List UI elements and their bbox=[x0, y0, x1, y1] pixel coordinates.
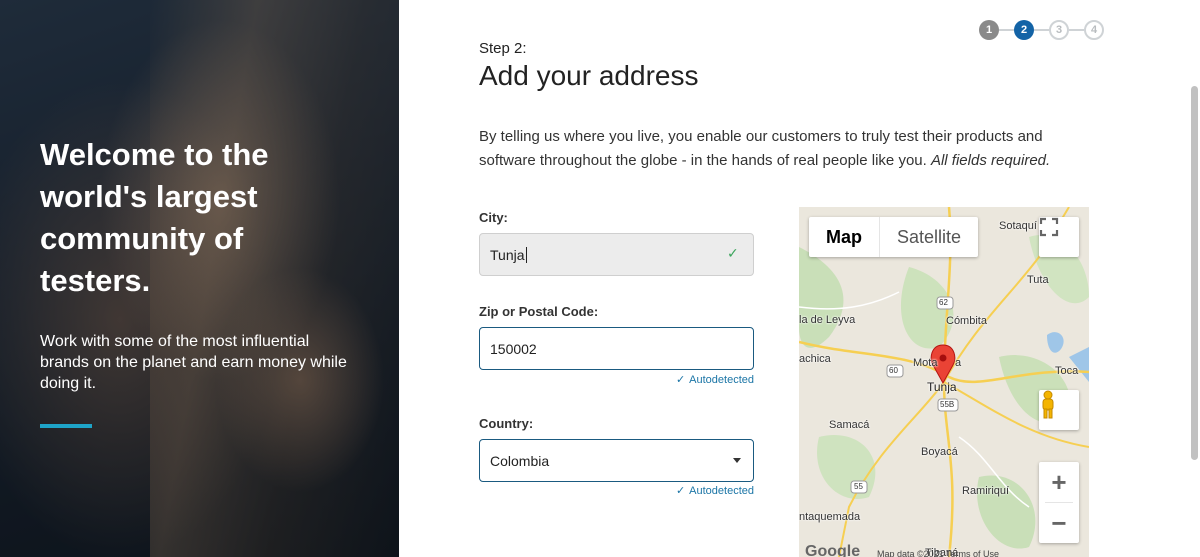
map-place-label: achica bbox=[799, 353, 831, 365]
map-place-label: Mota bbox=[913, 357, 938, 369]
step-2: 2 bbox=[1014, 20, 1034, 40]
zip-value: 150002 bbox=[490, 340, 537, 357]
hero-accent-bar bbox=[40, 424, 92, 428]
step-connector bbox=[1034, 29, 1049, 31]
route-label: 60 bbox=[889, 366, 898, 375]
map-place-label: la de Leyva bbox=[799, 314, 856, 326]
map-place-label: ntaquemada bbox=[799, 511, 861, 523]
map-type-toggle: Map Satellite bbox=[809, 217, 979, 257]
map-place-label: Ramiriquí bbox=[962, 485, 1010, 497]
zip-autodetected-note: ✓ Autodetected bbox=[676, 373, 754, 386]
check-icon: ✓ bbox=[675, 374, 686, 386]
fullscreen-icon bbox=[1039, 217, 1059, 237]
plus-icon: + bbox=[1051, 466, 1067, 497]
zip-input[interactable]: 150002 bbox=[479, 327, 754, 370]
map-place-label: a bbox=[955, 357, 962, 369]
country-select[interactable]: Colombia bbox=[479, 439, 754, 482]
scrollbar-thumb[interactable] bbox=[1191, 86, 1198, 460]
map-place-label: Sotaquí bbox=[999, 220, 1037, 232]
map-place-label: Samacá bbox=[829, 419, 870, 431]
map-place-label: Toca bbox=[1055, 365, 1079, 377]
map-type-map-button[interactable]: Map bbox=[809, 217, 880, 257]
step-label: Step 2: bbox=[479, 40, 527, 57]
route-label: 55 bbox=[854, 482, 863, 491]
map-attribution[interactable]: Map data ©2021 Terms of Use bbox=[877, 549, 999, 557]
map-place-label: Tuta bbox=[1027, 274, 1049, 286]
country-value: Colombia bbox=[490, 452, 550, 469]
zip-label: Zip or Postal Code: bbox=[479, 304, 599, 319]
required-note: All fields required. bbox=[930, 152, 1051, 169]
step-connector bbox=[999, 29, 1014, 31]
step-1: 1 bbox=[979, 20, 999, 40]
text-cursor bbox=[525, 246, 527, 263]
intro-text: By telling us where you live, you enable… bbox=[479, 125, 1099, 173]
minus-icon: − bbox=[1051, 507, 1067, 538]
page-title: Add your address bbox=[479, 60, 699, 91]
hero-panel: Welcome to the world's largest community… bbox=[0, 0, 399, 557]
chevron-down-icon bbox=[733, 458, 741, 463]
route-label: 62 bbox=[939, 298, 948, 307]
hero-title: Welcome to the world's largest community… bbox=[40, 137, 269, 298]
step-4: 4 bbox=[1084, 20, 1104, 40]
zoom-controls: + − bbox=[1039, 462, 1079, 543]
valid-check-icon: ✓ bbox=[727, 245, 739, 261]
pegman-icon bbox=[1042, 390, 1054, 419]
map-place-label: Boyacá bbox=[921, 446, 958, 458]
map-type-satellite-button[interactable]: Satellite bbox=[880, 217, 978, 257]
page-scrollbar[interactable] bbox=[1189, 0, 1200, 557]
country-autodetected-label: Autodetected bbox=[689, 485, 754, 497]
route-label: 55B bbox=[940, 400, 955, 409]
street-view-pegman-button[interactable] bbox=[1039, 390, 1079, 430]
city-label: City: bbox=[479, 210, 508, 225]
country-label: Country: bbox=[479, 416, 534, 431]
map-place-label: Cómbita bbox=[946, 315, 987, 327]
zoom-in-button[interactable]: + bbox=[1039, 462, 1079, 502]
map-widget[interactable]: Sotaquí Tuta la de Leyva Cómbita achica … bbox=[799, 207, 1089, 557]
fullscreen-button[interactable] bbox=[1039, 217, 1079, 257]
zoom-out-button[interactable]: − bbox=[1039, 503, 1079, 543]
zip-autodetected-label: Autodetected bbox=[689, 374, 754, 386]
hero-subtitle: Work with some of the most influential b… bbox=[40, 333, 347, 392]
city-input[interactable]: Tunja ✓ bbox=[479, 233, 754, 276]
country-autodetected-note: ✓ Autodetected bbox=[676, 484, 754, 497]
check-icon: ✓ bbox=[675, 485, 686, 497]
map-place-label: Tunja bbox=[927, 380, 957, 394]
city-value: Tunja bbox=[490, 246, 525, 263]
google-logo: Google bbox=[805, 543, 861, 557]
step-connector bbox=[1069, 29, 1084, 31]
step-indicator: 1 2 3 4 bbox=[979, 20, 1104, 40]
step-3: 3 bbox=[1049, 20, 1069, 40]
